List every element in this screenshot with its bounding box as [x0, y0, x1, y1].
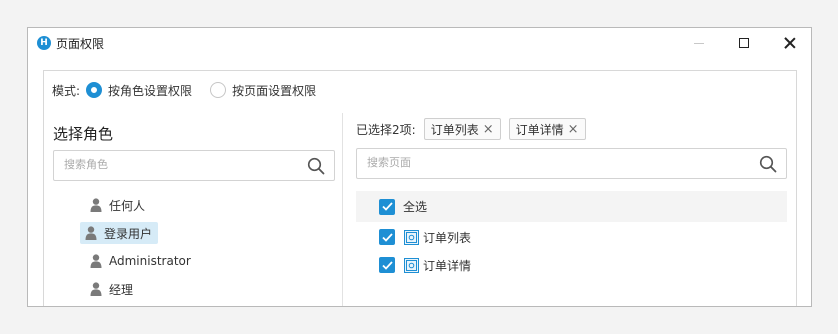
mode-by-role-label: 按角色设置权限 [108, 83, 193, 98]
page-label: 订单详情 [423, 258, 472, 273]
role-panel: 选择角色 任何人 [44, 113, 343, 306]
checkmark-icon [381, 232, 393, 242]
role-section-title: 选择角色 [53, 125, 114, 143]
page-search-box [356, 148, 787, 179]
select-all-checkbox[interactable] [379, 198, 395, 215]
checkmark-icon [381, 202, 393, 211]
role-item-anyone[interactable]: 任何人 [85, 194, 151, 216]
role-label: Administrator [109, 254, 191, 268]
close-icon [784, 37, 796, 49]
close-button[interactable] [779, 32, 801, 54]
mode-by-page-option[interactable]: 按页面设置权限 [210, 82, 316, 99]
search-icon[interactable] [307, 157, 325, 175]
role-label: 经理 [109, 282, 134, 297]
mode-by-role-option[interactable]: 按角色设置权限 [86, 82, 192, 99]
mode-selector: 模式: 按角色设置权限 按页面设置权限 [52, 81, 334, 99]
role-item-manager[interactable]: 经理 [85, 278, 139, 300]
user-icon [85, 226, 97, 240]
page-item-order-list[interactable]: 订单列表 [379, 226, 471, 248]
page-search-input[interactable] [367, 156, 587, 169]
maximize-button[interactable] [733, 32, 755, 54]
radio-checked[interactable] [86, 82, 103, 98]
role-search-box [53, 150, 335, 181]
checkmark-icon [381, 260, 393, 270]
selected-tag: 订单详情 × [508, 118, 586, 140]
page-permission-dialog: H 页面权限 模式: 按角色设置权限 按页面设置权限 选择角色 搜索角色 任何人… [27, 27, 812, 307]
selected-tag: 订单列表 × [423, 118, 501, 140]
page-icon [404, 257, 419, 273]
page-item-order-detail[interactable]: 订单详情 [379, 254, 471, 276]
user-icon [90, 198, 102, 212]
role-label: 登录用户 [104, 226, 153, 241]
user-icon [90, 254, 102, 268]
tag-label: 订单列表 [430, 122, 479, 137]
role-label: 任何人 [109, 198, 146, 213]
app-logo-icon: H [37, 36, 51, 50]
title-bar: H 页面权限 [28, 28, 811, 58]
radio-unchecked[interactable] [210, 82, 227, 98]
search-icon[interactable] [759, 155, 777, 173]
selected-pages-row: 已选择2项: 订单列表 × 订单详情 × [356, 118, 594, 140]
page-panel: 已选择2项: 订单列表 × 订单详情 × 搜索页面 全选 订单列表 订单详情 [344, 113, 797, 306]
maximize-icon [739, 38, 749, 48]
mode-label: 模式: [52, 83, 81, 98]
content-panel: 模式: 按角色设置权限 按页面设置权限 选择角色 搜索角色 任何人 登录用户 A… [43, 70, 797, 306]
mode-by-page-label: 按页面设置权限 [232, 83, 317, 98]
minimize-button[interactable] [688, 32, 710, 54]
page-checkbox[interactable] [379, 229, 395, 245]
role-item-administrator[interactable]: Administrator [85, 250, 197, 272]
tag-remove-icon[interactable]: × [568, 123, 579, 136]
page-label: 订单列表 [423, 230, 472, 245]
tag-remove-icon[interactable]: × [483, 123, 494, 136]
window-title: 页面权限 [56, 37, 105, 51]
page-checkbox[interactable] [379, 257, 395, 273]
tag-label: 订单详情 [515, 122, 564, 137]
select-all-row[interactable]: 全选 [356, 191, 787, 222]
role-search-input[interactable] [64, 158, 284, 171]
minimize-icon [694, 42, 704, 44]
selected-count-label: 已选择2项: [356, 122, 416, 137]
select-all-label: 全选 [403, 200, 428, 214]
page-icon [404, 229, 419, 245]
role-item-logged-in-user[interactable]: 登录用户 [80, 222, 159, 244]
user-icon [90, 282, 102, 296]
